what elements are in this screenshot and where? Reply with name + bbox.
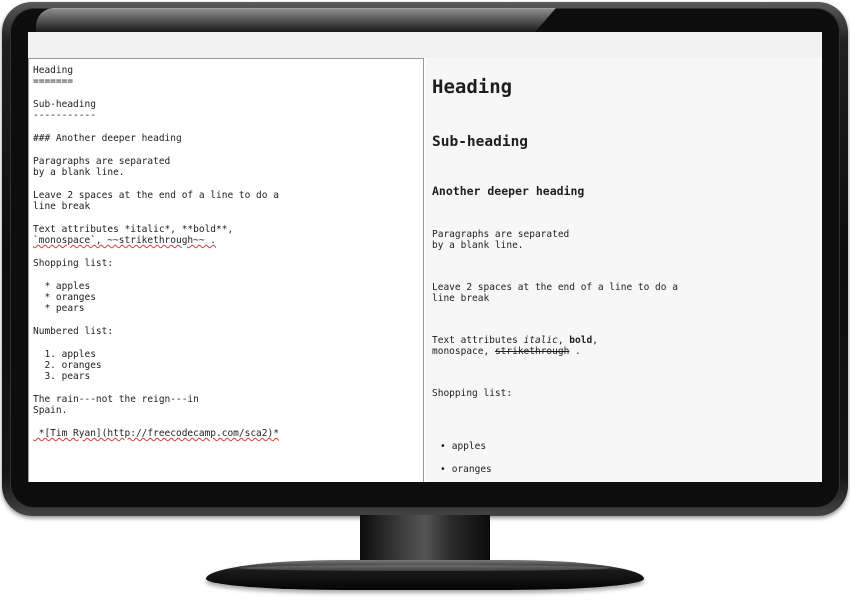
editor-line: * pears	[33, 303, 85, 314]
editor-line: 3. pears	[33, 371, 91, 382]
markdown-editor[interactable]: Heading ======= Sub-heading ----------- …	[28, 58, 424, 482]
editor-line: Shopping list:	[33, 258, 114, 269]
editor-line: line break	[33, 201, 91, 212]
italic-text: italic	[523, 335, 558, 346]
markdown-preview: Heading Sub-heading Another deeper headi…	[426, 58, 822, 482]
text-sep: ,	[592, 335, 598, 346]
editor-line: Numbered list:	[33, 326, 114, 337]
text-sep: ,	[483, 346, 495, 357]
editor-line: -----------	[33, 110, 96, 121]
text-attr-prefix: Text attributes	[432, 335, 524, 346]
strikethrough-text: strikethrough	[494, 346, 570, 357]
app-top-bar	[28, 32, 822, 58]
bold-text: bold	[569, 335, 593, 346]
editor-line: ### Another deeper heading	[33, 133, 182, 144]
screen: Heading ======= Sub-heading ----------- …	[28, 32, 822, 482]
editor-line: Spain.	[33, 405, 68, 416]
preview-paragraph-line: Leave 2 spaces at the end of a line to d…	[432, 282, 678, 293]
stand-highlight	[240, 565, 610, 571]
preview-text-attributes-2: monospace, strikethrough .	[432, 346, 581, 357]
preview-heading-2: Sub-heading	[432, 134, 529, 150]
monitor-neck	[360, 515, 490, 565]
preview-shopping-label: Shopping list:	[432, 388, 513, 399]
preview-bullet-item: oranges	[440, 464, 492, 475]
text-sep: .	[569, 346, 581, 357]
preview-bullet-item: apples	[440, 441, 486, 452]
screen-glare	[36, 8, 556, 32]
editor-line: *[Tim Ryan](http://freecodecamp.com/sca2…	[33, 428, 279, 439]
monospace-text: monospace	[432, 346, 484, 357]
text-sep: ,	[557, 335, 570, 346]
preview-text-attributes: Text attributes italic, bold,	[432, 335, 598, 346]
preview-paragraph-line: Paragraphs are separated	[432, 229, 570, 240]
preview-paragraph-line: line break	[432, 293, 490, 304]
preview-paragraph-line: by a blank line.	[432, 240, 524, 251]
editor-line: =======	[33, 76, 74, 87]
editor-line: by a blank line.	[33, 167, 125, 178]
preview-heading-1: Heading	[432, 76, 513, 98]
editor-line: `monospace`, ~~strikethrough~~ .	[33, 235, 217, 246]
preview-heading-3: Another deeper heading	[432, 184, 585, 198]
